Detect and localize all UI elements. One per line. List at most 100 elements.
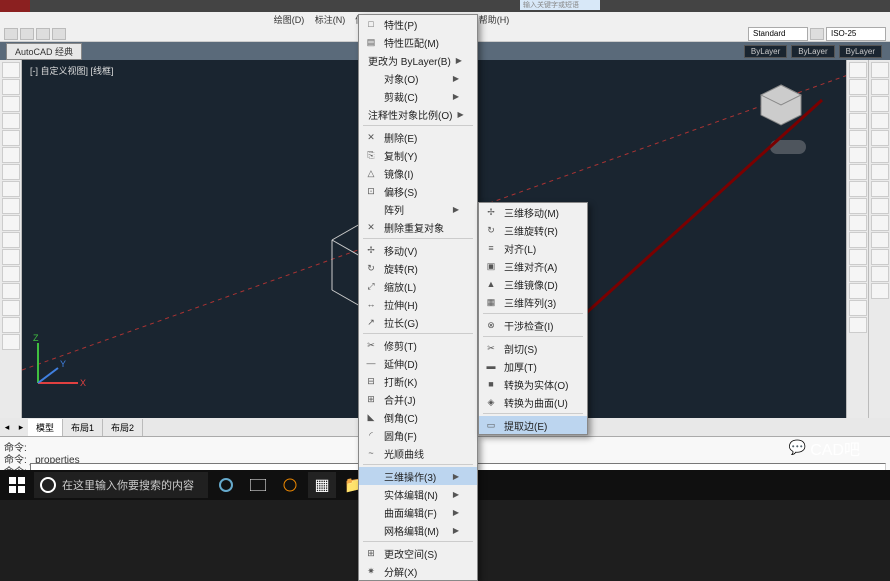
tool-button[interactable] <box>2 198 20 214</box>
tool-button[interactable] <box>2 130 20 146</box>
tool-button[interactable] <box>849 164 867 180</box>
tool-button[interactable] <box>849 215 867 231</box>
cortana-icon[interactable] <box>212 472 240 498</box>
modify-menu-item[interactable]: ✷分解(X) <box>359 562 477 580</box>
layer-dd[interactable]: ByLayer <box>744 45 787 58</box>
tool-button[interactable] <box>871 232 889 248</box>
view-cube[interactable] <box>756 80 806 130</box>
modify-menu-item[interactable]: ✕删除重复对象 <box>359 218 477 236</box>
tool-button[interactable] <box>871 164 889 180</box>
tool-button[interactable] <box>2 249 20 265</box>
tool-icon[interactable] <box>20 28 34 40</box>
tool-button[interactable] <box>849 266 867 282</box>
tool-button[interactable] <box>2 164 20 180</box>
tool-button[interactable] <box>871 113 889 129</box>
tool-button[interactable] <box>2 215 20 231</box>
workspace-dd[interactable]: AutoCAD 经典 <box>6 43 82 60</box>
tool-button[interactable] <box>849 283 867 299</box>
ucs-icon[interactable]: X Z Y <box>28 333 88 398</box>
help-search[interactable]: 输入关键字或短语 <box>520 0 600 10</box>
tool-button[interactable] <box>849 130 867 146</box>
modify-menu-item[interactable]: 阵列▶ <box>359 200 477 218</box>
tool-button[interactable] <box>849 249 867 265</box>
3d-submenu-item[interactable]: ■转换为实体(O) <box>479 375 587 393</box>
tool-button[interactable] <box>2 147 20 163</box>
tool-button[interactable] <box>2 96 20 112</box>
modify-menu-item[interactable]: △镜像(I) <box>359 164 477 182</box>
modify-menu-item[interactable]: ◜圆角(F) <box>359 426 477 444</box>
task-icon[interactable] <box>276 472 304 498</box>
modify-menu-item[interactable]: □特性(P) <box>359 15 477 33</box>
3d-submenu-item[interactable]: ▬加厚(T) <box>479 357 587 375</box>
tool-icon[interactable] <box>4 28 18 40</box>
3d-submenu-item[interactable]: ▭提取边(E) <box>479 416 587 434</box>
tool-button[interactable] <box>2 232 20 248</box>
tool-button[interactable] <box>2 300 20 316</box>
tool-button[interactable] <box>871 181 889 197</box>
modify-menu-item[interactable]: ⊟打断(K) <box>359 372 477 390</box>
layer-dd[interactable]: ByLayer <box>791 45 834 58</box>
tool-button[interactable] <box>849 317 867 333</box>
modify-menu-item[interactable]: 更改为 ByLayer(B)▶ <box>359 51 477 69</box>
tool-button[interactable] <box>871 198 889 214</box>
modify-menu-item[interactable]: 剪裁(C)▶ <box>359 87 477 105</box>
modify-menu-item[interactable]: ◣倒角(C) <box>359 408 477 426</box>
menu-help[interactable]: 帮助(H) <box>474 13 514 26</box>
tool-button[interactable] <box>849 198 867 214</box>
tool-button[interactable] <box>849 232 867 248</box>
modify-menu-item[interactable]: ↔拉伸(H) <box>359 295 477 313</box>
style-dd[interactable]: Standard <box>748 27 808 41</box>
3d-submenu-item[interactable]: ▲三维镜像(D) <box>479 275 587 293</box>
task-icon[interactable]: ▦ <box>308 472 336 498</box>
3d-submenu-item[interactable]: ✂剖切(S) <box>479 339 587 357</box>
tool-button[interactable] <box>871 215 889 231</box>
tab-model[interactable]: 模型 <box>28 419 63 436</box>
tool-button[interactable] <box>871 96 889 112</box>
modify-menu-item[interactable]: 注释性对象比例(O)▶ <box>359 105 477 123</box>
modify-menu-item[interactable]: 对象(O)▶ <box>359 69 477 87</box>
modify-menu-item[interactable]: 网格编辑(M)▶ <box>359 521 477 539</box>
tool-button[interactable] <box>849 96 867 112</box>
3d-submenu-item[interactable]: ◈转换为曲面(U) <box>479 393 587 411</box>
modify-menu-item[interactable]: —延伸(D) <box>359 354 477 372</box>
tool-button[interactable] <box>871 283 889 299</box>
3d-submenu-item[interactable]: ▦三维阵列(3) <box>479 293 587 311</box>
tool-icon[interactable] <box>36 28 50 40</box>
layer-dd[interactable]: ByLayer <box>839 45 882 58</box>
tool-button[interactable] <box>871 130 889 146</box>
modify-menu-item[interactable]: ↗拉长(G) <box>359 313 477 331</box>
modify-menu-item[interactable]: 实体编辑(N)▶ <box>359 485 477 503</box>
nav-button[interactable] <box>770 140 806 154</box>
tool-icon[interactable] <box>52 28 66 40</box>
modify-menu-item[interactable]: 曲面编辑(F)▶ <box>359 503 477 521</box>
tool-button[interactable] <box>849 113 867 129</box>
3d-submenu-item[interactable]: ↻三维旋转(R) <box>479 221 587 239</box>
tool-button[interactable] <box>2 113 20 129</box>
tool-button[interactable] <box>2 334 20 350</box>
modify-menu-item[interactable]: ~光顺曲线 <box>359 444 477 462</box>
modify-menu-item[interactable]: ⊞合并(J) <box>359 390 477 408</box>
tool-button[interactable] <box>871 147 889 163</box>
3d-submenu-item[interactable]: ⊗干涉检查(I) <box>479 316 587 334</box>
modify-menu-item[interactable]: ▤特性匹配(M) <box>359 33 477 51</box>
modify-menu-item[interactable]: ⎘复制(Y) <box>359 146 477 164</box>
3d-submenu-item[interactable]: ✢三维移动(M) <box>479 203 587 221</box>
tool-button[interactable] <box>2 317 20 333</box>
tool-button[interactable] <box>2 266 20 282</box>
tool-button[interactable] <box>2 62 20 78</box>
tool-button[interactable] <box>871 266 889 282</box>
tab-layout1[interactable]: 布局1 <box>63 419 103 436</box>
task-icon[interactable] <box>244 472 272 498</box>
modify-menu-item[interactable]: ✢移动(V) <box>359 241 477 259</box>
3d-submenu-item[interactable]: ▣三维对齐(A) <box>479 257 587 275</box>
modify-menu-item[interactable]: ✂修剪(T) <box>359 336 477 354</box>
tab-layout2[interactable]: 布局2 <box>103 419 143 436</box>
modify-menu-item[interactable]: 三维操作(3)▶ <box>359 467 477 485</box>
menu-draw[interactable]: 绘图(D) <box>269 13 309 26</box>
modify-menu-item[interactable]: ✕删除(E) <box>359 128 477 146</box>
tool-button[interactable] <box>849 300 867 316</box>
modify-menu-item[interactable]: ⊡偏移(S) <box>359 182 477 200</box>
modify-menu-item[interactable]: ⊞更改空间(S) <box>359 544 477 562</box>
3d-submenu-item[interactable]: ≡对齐(L) <box>479 239 587 257</box>
start-button[interactable] <box>4 472 30 498</box>
